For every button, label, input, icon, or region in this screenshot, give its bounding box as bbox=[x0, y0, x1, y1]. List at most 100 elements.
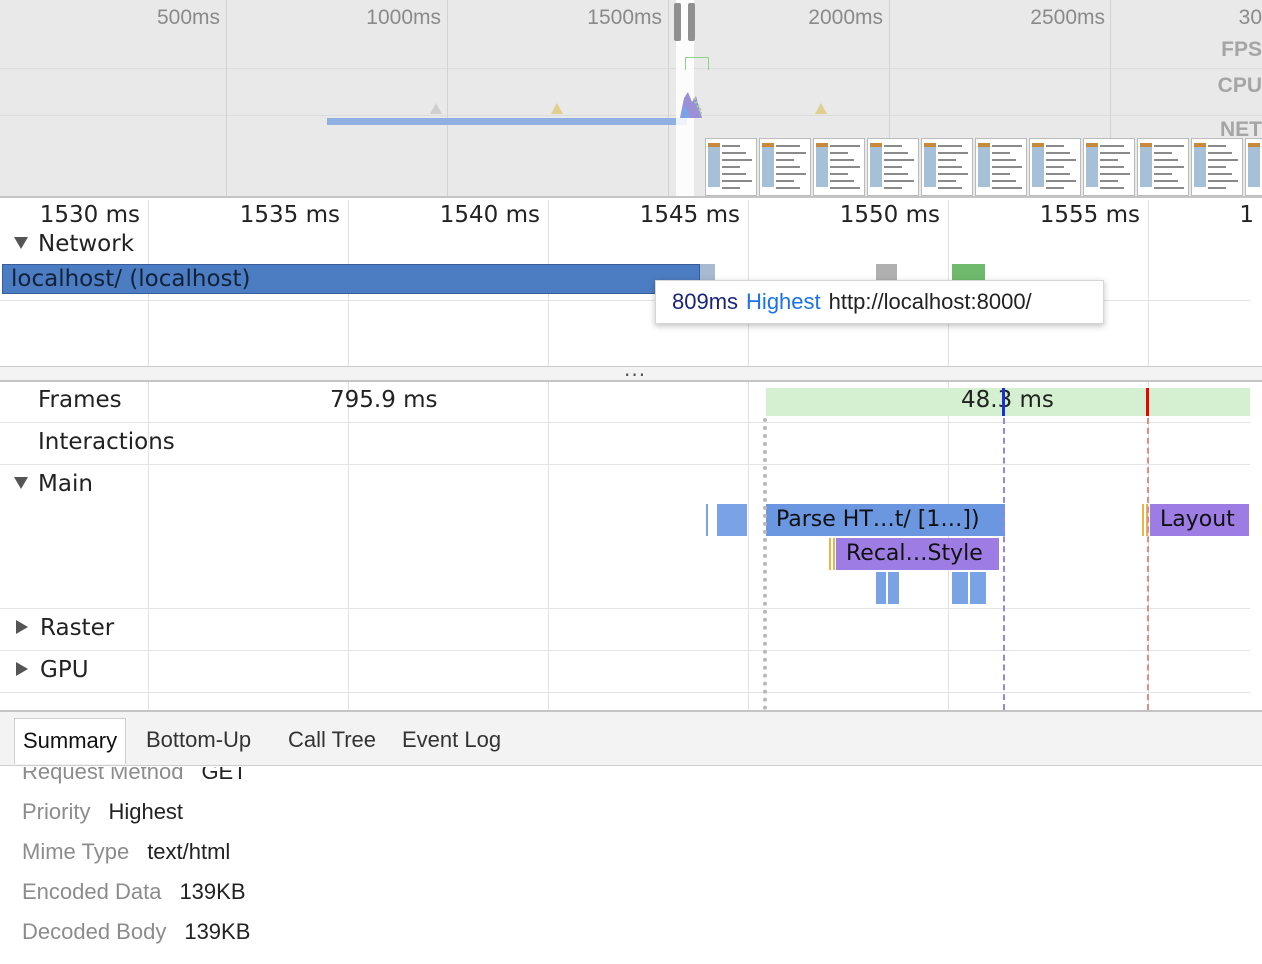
screenshot-filmstrip[interactable] bbox=[705, 138, 1262, 196]
filmstrip-screenshot[interactable] bbox=[921, 138, 973, 196]
thumbnail-image bbox=[1140, 147, 1152, 187]
thumbnail-text-line bbox=[830, 159, 854, 161]
thumbnail-text-line bbox=[1100, 159, 1118, 161]
filmstrip-screenshot[interactable] bbox=[1245, 138, 1262, 196]
recalculate-style-event[interactable]: Recal…Style bbox=[836, 538, 999, 570]
thumbnail-text-line bbox=[884, 180, 914, 182]
interactions-track-label: Interactions bbox=[38, 429, 175, 455]
thumbnail-text-line bbox=[1154, 152, 1172, 154]
task-block[interactable] bbox=[706, 504, 708, 536]
filmstrip-screenshot[interactable] bbox=[1137, 138, 1189, 196]
filmstrip-screenshot[interactable] bbox=[867, 138, 919, 196]
task-block[interactable] bbox=[952, 572, 968, 604]
overview-gridline bbox=[668, 0, 669, 196]
thumbnail-text-line bbox=[1208, 159, 1238, 161]
thumbnail-text-line bbox=[992, 173, 1010, 175]
task-block[interactable] bbox=[970, 572, 986, 604]
network-track-header[interactable]: Network bbox=[14, 231, 134, 257]
expand-chevron-icon[interactable] bbox=[16, 619, 28, 634]
tab-summary[interactable]: Summary bbox=[14, 718, 127, 764]
thumbnail-text-line bbox=[1046, 173, 1070, 175]
main-track-header[interactable]: Main bbox=[14, 471, 93, 497]
dom-content-loaded-marker[interactable] bbox=[1002, 388, 1005, 416]
thumbnail-text-line bbox=[1154, 159, 1178, 161]
network-request-chip[interactable] bbox=[952, 264, 985, 280]
frame-duration[interactable]: 48.3 ms bbox=[961, 387, 1054, 413]
task-block[interactable] bbox=[888, 572, 899, 604]
filmstrip-screenshot[interactable] bbox=[975, 138, 1027, 196]
raster-track-header[interactable]: Raster bbox=[16, 615, 114, 641]
thumbnail-text-line bbox=[776, 159, 794, 161]
thumbnail-text-line bbox=[938, 159, 956, 161]
detail-key: Decoded Body bbox=[22, 919, 167, 944]
filmstrip-screenshot[interactable] bbox=[1083, 138, 1135, 196]
dom-content-loaded-line bbox=[1003, 418, 1005, 710]
filmstrip-screenshot[interactable] bbox=[1029, 138, 1081, 196]
thumbnail-text-line bbox=[884, 152, 908, 154]
tab-event-log[interactable]: Event Log bbox=[394, 718, 509, 764]
filmstrip-screenshot[interactable] bbox=[1191, 138, 1243, 196]
cpu-activity-marker bbox=[551, 103, 563, 114]
layout-event[interactable]: Layout bbox=[1150, 504, 1249, 536]
filmstrip-screenshot[interactable] bbox=[759, 138, 811, 196]
thumbnail-text-line bbox=[1100, 180, 1118, 182]
thumbnail-image bbox=[708, 147, 720, 187]
track-divider bbox=[0, 650, 1250, 651]
network-request-bar[interactable]: localhost/ (localhost) bbox=[2, 264, 700, 294]
thumbnail-text-line bbox=[938, 180, 956, 182]
thumbnail-text-line bbox=[992, 180, 1016, 182]
thumbnail-image bbox=[924, 147, 936, 187]
time-gridline bbox=[748, 200, 749, 710]
detail-value: text/html bbox=[147, 839, 231, 864]
thumbnail-text-line bbox=[722, 173, 746, 175]
thumbnail-text-line bbox=[776, 152, 806, 154]
thumbnail-text-line bbox=[1208, 166, 1226, 168]
network-request-chip[interactable] bbox=[876, 264, 897, 280]
gpu-track-header[interactable]: GPU bbox=[16, 657, 89, 683]
frame-duration[interactable]: 795.9 ms bbox=[330, 387, 438, 413]
filmstrip-screenshot[interactable] bbox=[813, 138, 865, 196]
expand-chevron-icon[interactable] bbox=[14, 236, 28, 249]
thumbnail-image bbox=[1032, 147, 1044, 187]
parse-html-event[interactable]: Parse HT…t/ [1…]) bbox=[766, 504, 1005, 536]
load-event-marker[interactable] bbox=[1146, 388, 1149, 416]
selection-right-handle[interactable] bbox=[688, 3, 695, 41]
thumbnail-text-line bbox=[938, 145, 962, 147]
tab-bottom-up[interactable]: Bottom-Up bbox=[138, 718, 259, 764]
time-gridline bbox=[948, 200, 949, 710]
event-sliver bbox=[833, 538, 835, 570]
thumbnail-text-line bbox=[776, 187, 800, 189]
thumbnail-text-line bbox=[938, 173, 968, 175]
task-block[interactable] bbox=[876, 572, 886, 604]
flame-chart[interactable]: 1530 ms 1535 ms 1540 ms 1545 ms 1550 ms … bbox=[0, 200, 1262, 710]
ruler-tick: 1545 ms bbox=[639, 202, 740, 228]
detail-key: Encoded Data bbox=[22, 879, 162, 904]
thumbnail-image bbox=[978, 147, 990, 187]
filmstrip-screenshot[interactable] bbox=[705, 138, 757, 196]
raster-track-label: Raster bbox=[40, 615, 115, 641]
overview-tick: 1000ms bbox=[366, 6, 441, 29]
layout-label: Layout bbox=[1160, 507, 1235, 532]
thumbnail-text-line bbox=[1208, 152, 1232, 154]
thumbnail-text-line bbox=[1100, 173, 1130, 175]
overview-tick: 2000ms bbox=[808, 6, 883, 29]
thumbnail-text-line bbox=[1046, 159, 1076, 161]
expand-chevron-icon[interactable] bbox=[14, 476, 28, 489]
summary-details: Request Method GET Priority Highest Mime T… bbox=[0, 767, 1262, 964]
expand-chevron-icon[interactable] bbox=[16, 661, 28, 676]
cpu-activity-marker bbox=[430, 103, 442, 114]
thumbnail-text-line bbox=[1154, 173, 1172, 175]
detail-value: 139KB bbox=[179, 879, 246, 904]
pane-splitter[interactable]: ... bbox=[0, 357, 1262, 382]
thumbnail-text-line bbox=[1100, 166, 1124, 168]
overview-divider bbox=[0, 115, 1262, 116]
thumbnail-text-line bbox=[722, 166, 740, 168]
timeline-overview[interactable]: 500ms 1000ms 1500ms 2000ms 2500ms 30 FPS… bbox=[0, 0, 1262, 198]
event-sliver bbox=[829, 538, 831, 570]
thumbnail-image bbox=[1194, 147, 1206, 187]
overview-tick: 500ms bbox=[156, 6, 220, 29]
selection-left-handle[interactable] bbox=[674, 3, 681, 41]
overview-tick: 1500ms bbox=[587, 6, 662, 29]
task-block[interactable] bbox=[717, 504, 747, 536]
tab-call-tree[interactable]: Call Tree bbox=[280, 718, 384, 764]
